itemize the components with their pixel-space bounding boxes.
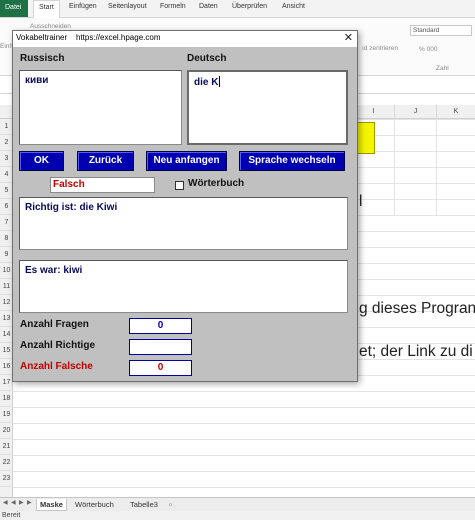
close-icon[interactable]: ✕ xyxy=(344,31,353,46)
sheet-tab-bar: ◀ ◀ ▶ ▶ Maske Wörterbuch Tabelle3 ▫ xyxy=(0,497,475,511)
column-header-i[interactable]: I xyxy=(352,105,394,119)
ribbon-tab-review[interactable]: Überprüfen xyxy=(232,3,267,10)
ribbon-tab-data[interactable]: Daten xyxy=(199,3,218,10)
cut-button[interactable]: Ausschneiden xyxy=(30,23,71,30)
row-header-21[interactable]: 21 xyxy=(0,439,13,455)
correct-count-field xyxy=(129,339,192,355)
row-header-18[interactable]: 18 xyxy=(0,391,13,407)
ok-button[interactable]: OK xyxy=(19,151,64,171)
grid-column-divider xyxy=(394,119,395,215)
cell-text-fragment: et; der Link zu di xyxy=(359,343,473,360)
dialog-titlebar[interactable]: Vokabeltrainer https://excel.hpage.com ✕ xyxy=(13,31,357,47)
previous-word-box: Es war: kiwi xyxy=(19,260,348,313)
row-header-23[interactable]: 23 xyxy=(0,471,13,487)
questions-count-label: Anzahl Fragen xyxy=(20,319,89,330)
sheet-tab-tabelle3[interactable]: Tabelle3 xyxy=(127,499,161,511)
highlighted-cell[interactable] xyxy=(357,122,375,154)
result-field: Falsch xyxy=(50,177,155,193)
previous-word-text: Es war: kiwi xyxy=(25,265,83,276)
text-cursor xyxy=(219,76,221,87)
source-word-box: киви xyxy=(19,70,182,145)
ribbon-tab-file[interactable]: Datei xyxy=(0,0,28,17)
vokabeltrainer-dialog: Vokabeltrainer https://excel.hpage.com ✕… xyxy=(12,30,358,382)
answer-value: die K xyxy=(194,77,219,88)
back-button[interactable]: Zurück xyxy=(77,151,134,171)
new-sheet-icon[interactable]: ▫ xyxy=(166,499,175,511)
status-text: Bereit xyxy=(2,512,21,519)
wrong-count-label: Anzahl Falsche xyxy=(20,361,93,372)
number-format-select[interactable]: Standard xyxy=(410,25,472,36)
dialog-url: https://excel.hpage.com xyxy=(76,33,161,42)
number-group-label: Zahl xyxy=(436,65,449,72)
number-format-value: Standard xyxy=(413,27,440,34)
ribbon-tab-insert[interactable]: Einfügen xyxy=(69,3,97,10)
answer-text: die K xyxy=(194,76,221,88)
switch-language-button[interactable]: Sprache wechseln xyxy=(239,151,345,171)
grid-column-divider xyxy=(436,119,437,215)
cell-text-fragment: g dieses Progran xyxy=(359,300,475,317)
ribbon-tab-view[interactable]: Ansicht xyxy=(282,3,305,10)
column-header-k[interactable]: K xyxy=(436,105,475,119)
sheet-tab-woerterbuch[interactable]: Wörterbuch xyxy=(72,499,117,511)
source-word: киви xyxy=(25,75,49,86)
status-bar: Bereit xyxy=(0,511,475,520)
ribbon-tab-bar: Datei Start Einfügen Seitenlayout Formel… xyxy=(0,0,475,19)
target-language-label: Deutsch xyxy=(187,53,227,64)
restart-button[interactable]: Neu anfangen xyxy=(146,151,227,171)
ribbon-tab-formulas[interactable]: Formeln xyxy=(160,3,186,10)
correct-answer-box: Richtig ist: die Kiwi xyxy=(19,197,348,250)
dictionary-checkbox[interactable] xyxy=(175,181,184,190)
next-sheet-arrow-icon[interactable]: ▶ xyxy=(19,499,24,506)
first-sheet-arrow-icon[interactable]: ◀ xyxy=(3,499,8,506)
percent-format-button[interactable]: % 000 xyxy=(419,46,437,53)
source-language-label: Russisch xyxy=(20,53,65,64)
wrong-count-field: 0 xyxy=(129,360,192,376)
ribbon-tab-start[interactable]: Start xyxy=(33,0,60,19)
column-header-j[interactable]: J xyxy=(394,105,436,119)
questions-count-field: 0 xyxy=(129,318,192,334)
dialog-title: Vokabeltrainer xyxy=(16,33,68,42)
last-sheet-arrow-icon[interactable]: ▶ xyxy=(27,499,32,506)
dictionary-checkbox-label[interactable]: Wörterbuch xyxy=(188,178,244,189)
row-header-20[interactable]: 20 xyxy=(0,423,13,439)
cell-text-fragment: l xyxy=(359,193,363,210)
merge-center-button[interactable]: ıd zentrieren xyxy=(362,45,398,52)
row-header-19[interactable]: 19 xyxy=(0,407,13,423)
sheet-tab-maske[interactable]: Maske xyxy=(36,499,67,511)
correct-count-label: Anzahl Richtige xyxy=(20,340,96,351)
row-header-22[interactable]: 22 xyxy=(0,455,13,471)
correct-answer-text: Richtig ist: die Kiwi xyxy=(25,202,118,213)
prev-sheet-arrow-icon[interactable]: ◀ xyxy=(11,499,16,506)
ribbon-tab-page-layout[interactable]: Seitenlayout xyxy=(108,3,147,10)
answer-input[interactable]: die K xyxy=(187,70,348,145)
